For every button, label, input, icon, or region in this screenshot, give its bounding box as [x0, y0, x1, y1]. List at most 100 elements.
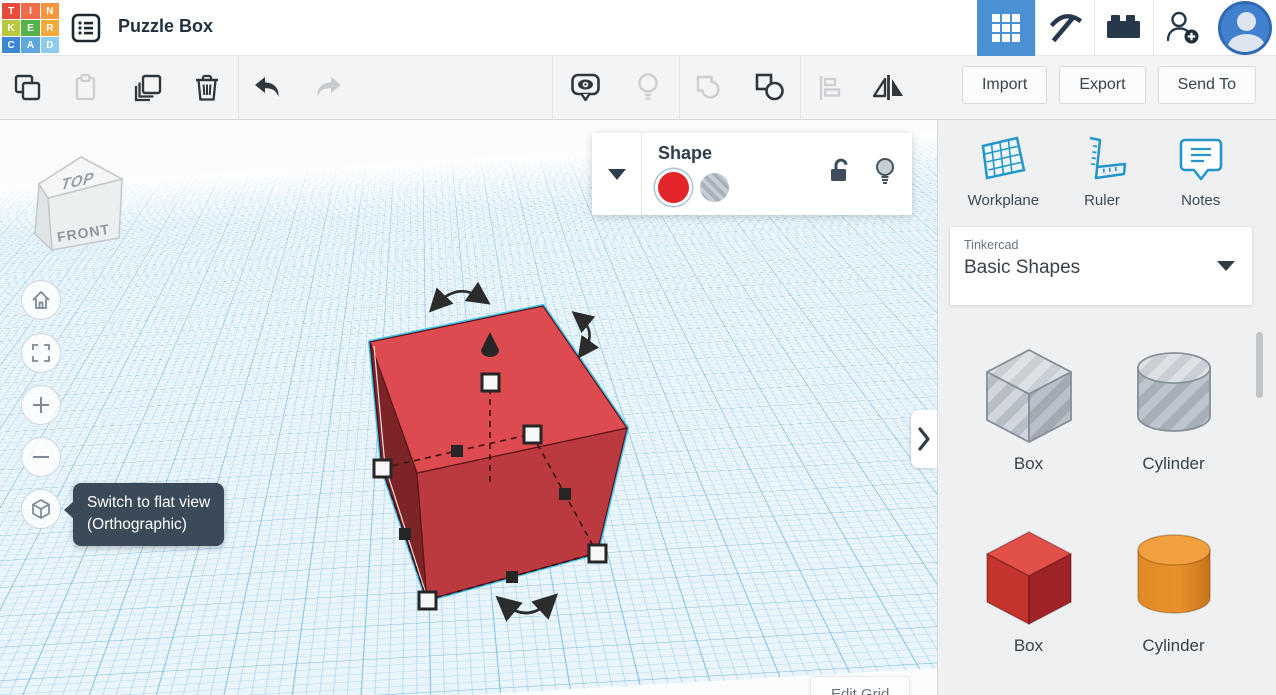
logo-tile: R	[41, 20, 59, 36]
main-area: TOP FRONT	[0, 120, 1276, 695]
show-all-button[interactable]	[626, 66, 670, 110]
shape-tile-box-solid[interactable]: Box	[973, 524, 1085, 656]
sidebar-scrollbar[interactable]	[1256, 332, 1263, 398]
ungroup-icon	[752, 70, 788, 106]
library-category: Basic Shapes	[964, 257, 1238, 279]
redo-icon	[311, 71, 345, 105]
header-actions	[977, 0, 1276, 56]
trash-icon	[190, 71, 224, 105]
workplane-label: Workplane	[968, 192, 1039, 209]
undo-button[interactable]	[246, 66, 290, 110]
notes-tool[interactable]: Notes	[1151, 134, 1250, 209]
caret-down-icon	[608, 169, 626, 180]
delete-button[interactable]	[185, 66, 229, 110]
cylinder-solid-thumb	[1118, 524, 1230, 628]
user-avatar[interactable]	[1218, 1, 1272, 55]
send-to-button[interactable]: Send To	[1158, 66, 1256, 104]
tooltip-line1: Switch to flat view	[87, 492, 210, 514]
hide-selected-button[interactable]	[564, 66, 608, 110]
shape-tile-box-hole[interactable]: Box	[973, 342, 1085, 474]
logo-tile: D	[41, 37, 59, 53]
logo-tile: T	[2, 3, 20, 19]
shape-library-dropdown[interactable]: Tinkercad Basic Shapes	[949, 226, 1253, 306]
divider	[238, 56, 239, 120]
shape-tile-cylinder-hole[interactable]: Cylinder	[1118, 342, 1230, 474]
shape-label: Box	[1014, 454, 1043, 474]
logo-tile: E	[21, 20, 39, 36]
undo-icon	[251, 71, 285, 105]
paste-icon	[69, 71, 103, 105]
toolbar-actions: Import Export Send To	[962, 66, 1256, 104]
group-icon	[692, 70, 728, 106]
paste-button[interactable]	[64, 66, 108, 110]
minecraft-export-button[interactable]	[1036, 0, 1094, 56]
mirror-button[interactable]	[866, 66, 910, 110]
shape-dialog-collapse[interactable]	[592, 133, 642, 215]
mirror-icon	[870, 70, 906, 106]
sidebar-collapse-tab[interactable]	[911, 410, 937, 468]
tinkercad-logo[interactable]: T I N K E R C A D	[2, 3, 59, 53]
shape-label: Box	[1014, 636, 1043, 656]
group-button[interactable]	[688, 66, 732, 110]
visibility-bulb-icon[interactable]	[874, 157, 896, 185]
shape-tile-cylinder-solid[interactable]: Cylinder	[1118, 524, 1230, 656]
hole-swatch[interactable]	[700, 173, 729, 202]
tinkercad-app: T I N K E R C A D Puzzle Box	[0, 0, 1276, 695]
ungroup-button[interactable]	[748, 66, 792, 110]
solid-color-swatch[interactable]	[658, 172, 689, 203]
box-solid-thumb	[973, 524, 1085, 628]
divider	[552, 56, 553, 120]
orthographic-tooltip: Switch to flat view (Orthographic)	[73, 483, 224, 546]
sidebar-tools: Workplane Ruler Notes	[938, 120, 1276, 209]
shape-label: Cylinder	[1142, 454, 1204, 474]
toolbar: Import Export Send To	[0, 56, 1276, 120]
ruler-label: Ruler	[1084, 192, 1120, 209]
duplicate-icon	[131, 71, 165, 105]
chevron-right-icon	[916, 426, 932, 452]
brick-export-button[interactable]	[1095, 0, 1153, 56]
copy-button[interactable]	[6, 66, 50, 110]
edit-grid-button[interactable]: Edit Grid	[810, 676, 910, 695]
shapes-sidebar: Workplane Ruler Notes	[937, 120, 1276, 695]
viewport-3d[interactable]: TOP FRONT	[0, 120, 937, 695]
dashboard-button[interactable]	[977, 0, 1035, 56]
shape-inspector-dialog: Shape	[592, 133, 912, 215]
redo-button[interactable]	[306, 66, 350, 110]
logo-tile: N	[41, 3, 59, 19]
duplicate-button[interactable]	[126, 66, 170, 110]
eye-bubble-icon	[568, 70, 604, 106]
grid-icon	[992, 14, 1020, 42]
workplane-icon	[977, 134, 1029, 184]
shape-label: Cylinder	[1142, 636, 1204, 656]
divider	[800, 56, 801, 120]
box-hole-thumb	[973, 342, 1085, 446]
ruler-icon	[1076, 134, 1128, 184]
design-menu-icon	[70, 12, 102, 44]
logo-tile: I	[21, 3, 39, 19]
notes-label: Notes	[1181, 192, 1220, 209]
unlock-icon[interactable]	[828, 158, 852, 184]
person-add-icon	[1163, 8, 1203, 48]
notes-icon	[1175, 134, 1227, 184]
invite-button[interactable]	[1154, 0, 1212, 56]
dropdown-caret-icon	[1217, 261, 1235, 271]
align-button[interactable]	[808, 66, 852, 110]
library-brand: Tinkercad	[964, 238, 1238, 252]
design-title: Puzzle Box	[118, 16, 213, 37]
cylinder-hole-thumb	[1118, 342, 1230, 446]
pickaxe-icon	[1045, 8, 1085, 48]
design-menu-button[interactable]	[70, 12, 102, 44]
logo-tile: C	[2, 37, 20, 53]
brick-icon	[1104, 10, 1144, 46]
logo-tile: K	[2, 20, 20, 36]
export-button[interactable]: Export	[1059, 66, 1145, 104]
ruler-tool[interactable]: Ruler	[1053, 134, 1152, 209]
copy-icon	[11, 71, 45, 105]
logo-tile: A	[21, 37, 39, 53]
divider	[679, 56, 680, 120]
app-header: T I N K E R C A D Puzzle Box	[0, 0, 1276, 56]
import-button[interactable]: Import	[962, 66, 1047, 104]
lightbulb-icon	[630, 70, 666, 106]
workplane-tool[interactable]: Workplane	[954, 134, 1053, 209]
align-icon	[813, 71, 847, 105]
